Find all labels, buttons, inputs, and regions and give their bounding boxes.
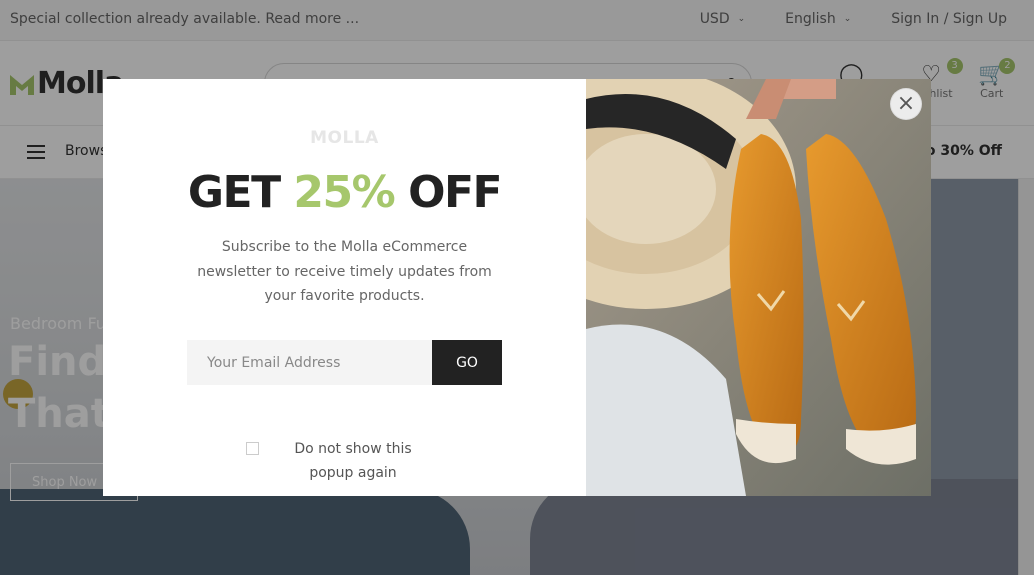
popup-shoes-image (586, 79, 931, 496)
dont-show-checkbox[interactable] (246, 442, 259, 455)
title-prefix: GET (187, 167, 294, 218)
close-icon[interactable]: × (891, 89, 921, 119)
popup-description: Subscribe to the Molla eCommerce newslet… (197, 239, 492, 304)
dont-show-label[interactable]: Do not show this popup again (273, 437, 433, 485)
popup-logo: MOLLA (310, 128, 379, 148)
email-field[interactable] (187, 340, 432, 385)
shoes-photo (586, 79, 931, 496)
popup-title: GET 25% OFF (103, 167, 586, 218)
newsletter-popup: MOLLA GET 25% OFF Subscribe to the Molla… (103, 79, 931, 496)
popup-content: MOLLA GET 25% OFF Subscribe to the Molla… (103, 79, 586, 496)
title-suffix: OFF (394, 167, 503, 218)
discount-percent: 25% (293, 167, 395, 218)
subscribe-button[interactable]: GO (432, 340, 502, 385)
